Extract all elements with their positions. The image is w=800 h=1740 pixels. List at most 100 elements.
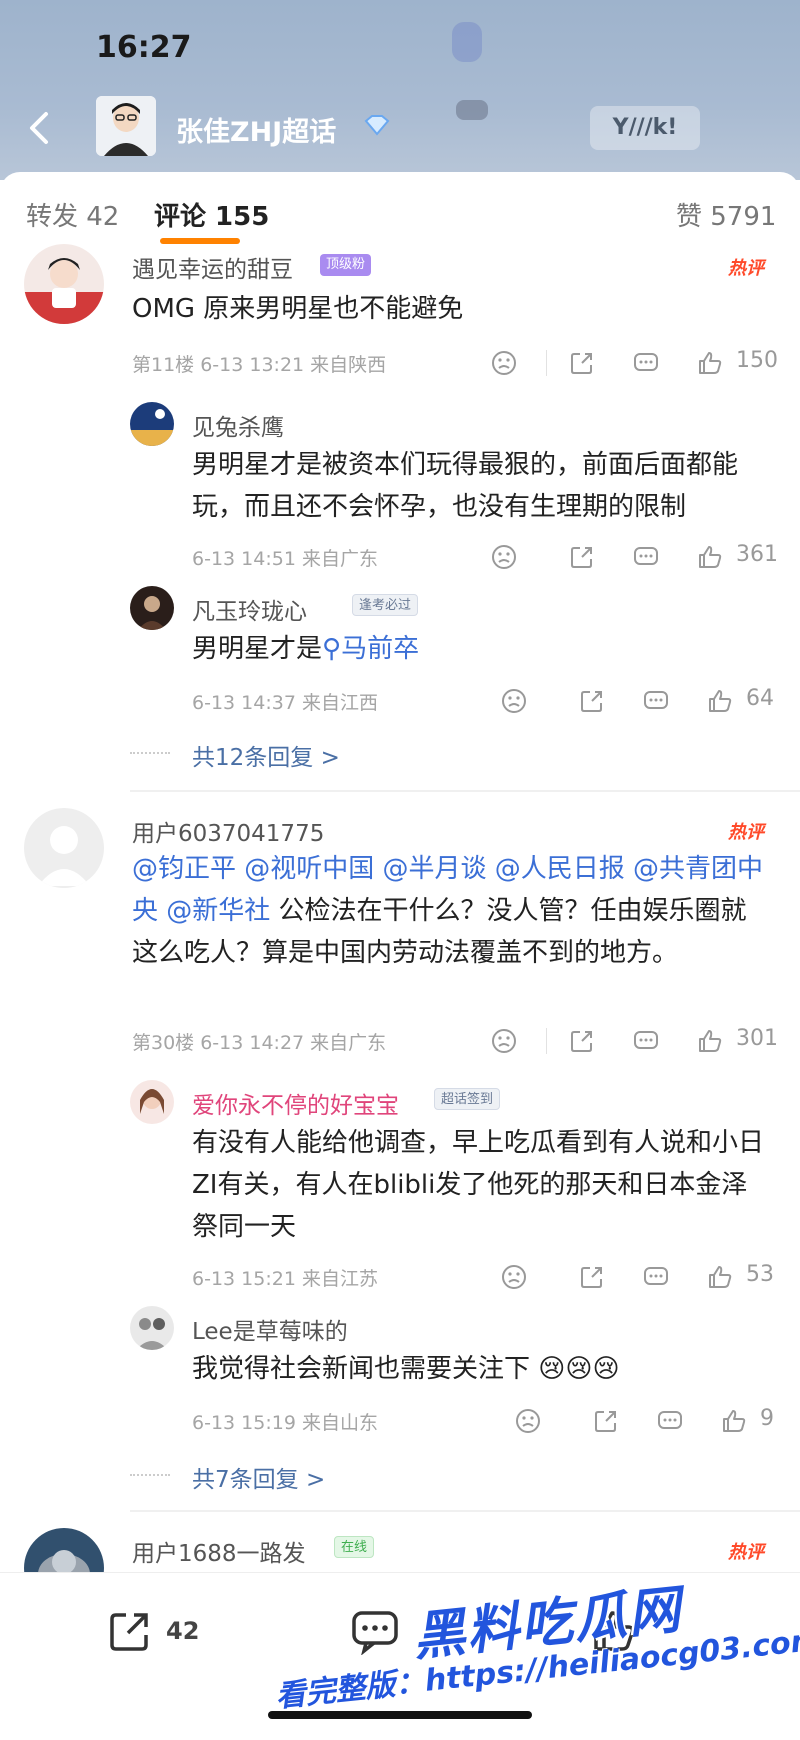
like-count: 361 — [736, 542, 778, 567]
tab-active-indicator — [160, 238, 240, 244]
reply-meta: 6-13 14:51 来自广东 — [192, 548, 378, 570]
exam-badge: 逢考必过 — [352, 594, 419, 616]
tab-bar: 转发 42 评论 155 赞 5791 — [0, 172, 800, 252]
dislike-icon[interactable] — [490, 540, 524, 574]
tab-likes[interactable]: 赞 5791 — [676, 196, 776, 233]
share-icon[interactable] — [592, 1404, 626, 1438]
repost-count: 42 — [166, 1617, 200, 1645]
avatar[interactable] — [130, 402, 174, 446]
reply-text: 有没有人能给他调查，早上吃瓜看到有人说和小日ZI有关，有人在blibli发了他死… — [192, 1128, 765, 1242]
comment-text: @钧正平 @视听中国 @半月谈 @人民日报 @共青团中央 @新华社 公检法在干什… — [132, 848, 772, 974]
more-replies-link[interactable]: 共7条回复 > — [192, 1460, 325, 1494]
comment-icon[interactable] — [642, 1260, 676, 1294]
hot-comment-tag: 热评 — [728, 1542, 764, 1563]
reply-actions: 64 — [500, 684, 790, 718]
header-decoration — [452, 22, 482, 62]
comment-icon[interactable] — [632, 540, 666, 574]
crying-emoji-icon: 😢 — [565, 1354, 593, 1384]
share-icon[interactable] — [578, 684, 612, 718]
reply-username[interactable]: 爱你永不停的好宝宝 — [192, 1086, 399, 1120]
header-sticker: Y///k! — [590, 106, 700, 150]
reply-actions: 9 — [514, 1404, 794, 1438]
share-icon[interactable] — [568, 540, 602, 574]
comment-divider — [130, 1510, 800, 1512]
reply-username[interactable]: 见兔杀鹰 — [192, 408, 284, 442]
status-time: 16:27 — [96, 30, 192, 65]
reply-meta: 6-13 15:21 来自江苏 — [192, 1268, 378, 1290]
topic-avatar[interactable] — [96, 96, 156, 156]
more-replies-link[interactable]: 共12条回复 > — [192, 738, 340, 772]
reply-meta: 6-13 15:19 来自山东 — [192, 1412, 378, 1434]
dotted-separator — [130, 752, 170, 754]
like-count: 150 — [736, 348, 778, 373]
reply-text: 男明星才是被资本们玩得最狠的，前面后面都能玩，而且还不会怀孕，也没有生理期的限制 — [192, 450, 739, 522]
hot-comment-tag: 热评 — [728, 822, 764, 843]
avatar[interactable] — [24, 244, 104, 324]
comment-meta: 第30楼 6-13 14:27 来自广东 — [132, 1032, 387, 1054]
like-count: 64 — [746, 686, 774, 711]
comment-meta: 第11楼 6-13 13:21 来自陕西 — [132, 354, 387, 376]
action-separator — [546, 350, 547, 376]
dotted-separator — [130, 1474, 170, 1476]
avatar[interactable] — [130, 586, 174, 630]
diamond-badge-icon — [364, 115, 390, 136]
tab-repost[interactable]: 转发 42 — [26, 196, 119, 233]
share-icon[interactable] — [568, 346, 602, 380]
comment-username[interactable]: 遇见幸运的甜豆 — [132, 250, 293, 284]
reply-username[interactable]: 凡玉玲珑心 — [192, 592, 307, 626]
reply-text-prefix: 男明星才是 — [192, 634, 323, 664]
comment-divider — [130, 790, 800, 792]
comment-actions: 301 — [490, 1024, 780, 1058]
comment-icon[interactable] — [350, 1607, 400, 1655]
checkin-badge: 超话签到 — [434, 1088, 501, 1110]
comment-text: OMG 原来男明星也不能避免 — [132, 294, 464, 324]
dislike-icon[interactable] — [500, 684, 534, 718]
search-link-text: 马前卒 — [341, 634, 420, 664]
comment-username[interactable]: 用户1688一路发 — [132, 1534, 306, 1568]
reply-username[interactable]: Lee是草莓味的 — [192, 1312, 348, 1346]
avatar[interactable] — [24, 808, 104, 888]
tab-comments[interactable]: 评论 155 — [154, 196, 269, 233]
share-icon[interactable] — [578, 1260, 612, 1294]
back-arrow-icon[interactable] — [20, 108, 60, 148]
share-icon[interactable] — [568, 1024, 602, 1058]
comment-icon[interactable] — [632, 346, 666, 380]
dislike-icon[interactable] — [490, 346, 524, 380]
comment-icon[interactable] — [642, 684, 676, 718]
like-icon[interactable] — [706, 1260, 740, 1294]
like-count: 301 — [736, 1026, 778, 1051]
hot-comment-tag: 热评 — [728, 258, 764, 279]
topic-title[interactable]: 张佳ZHJ超话 — [176, 110, 336, 149]
reply-text-body: 我觉得社会新闻也需要关注下 — [192, 1354, 531, 1384]
comment-username[interactable]: 用户6037041775 — [132, 814, 324, 848]
reply-text: 我觉得社会新闻也需要关注下 😢😢😢 — [192, 1348, 772, 1390]
dislike-icon[interactable] — [500, 1260, 534, 1294]
topic-header: 16:27 张佳ZHJ超话 Y///k! — [0, 0, 800, 180]
reply-actions: 53 — [500, 1260, 790, 1294]
reply-text: 男明星才是⚲马前卒 — [192, 628, 762, 670]
action-separator — [546, 1028, 547, 1054]
comment-actions: 150 — [490, 346, 780, 380]
like-icon[interactable] — [720, 1404, 754, 1438]
avatar[interactable] — [130, 1306, 174, 1350]
fan-level-badge: 顶级粉 — [320, 254, 372, 276]
header-decoration — [456, 100, 488, 120]
avatar[interactable] — [130, 1080, 174, 1124]
comment-icon[interactable] — [632, 1024, 666, 1058]
like-icon[interactable] — [696, 540, 730, 574]
like-icon[interactable] — [696, 1024, 730, 1058]
like-icon[interactable] — [696, 346, 730, 380]
search-icon: ⚲ — [322, 634, 342, 664]
dislike-icon[interactable] — [490, 1024, 524, 1058]
online-badge: 在线 — [334, 1536, 375, 1558]
reply-actions: 361 — [490, 540, 780, 574]
dislike-icon[interactable] — [514, 1404, 548, 1438]
like-icon[interactable] — [706, 684, 740, 718]
search-link[interactable]: ⚲马前卒 — [322, 634, 419, 664]
like-count: 9 — [760, 1406, 774, 1431]
home-indicator[interactable] — [268, 1711, 532, 1719]
repost-icon[interactable] — [106, 1607, 154, 1655]
reply-meta: 6-13 14:37 来自江西 — [192, 692, 378, 714]
comment-icon[interactable] — [656, 1404, 690, 1438]
crying-emoji-icon: 😢 — [592, 1354, 620, 1384]
